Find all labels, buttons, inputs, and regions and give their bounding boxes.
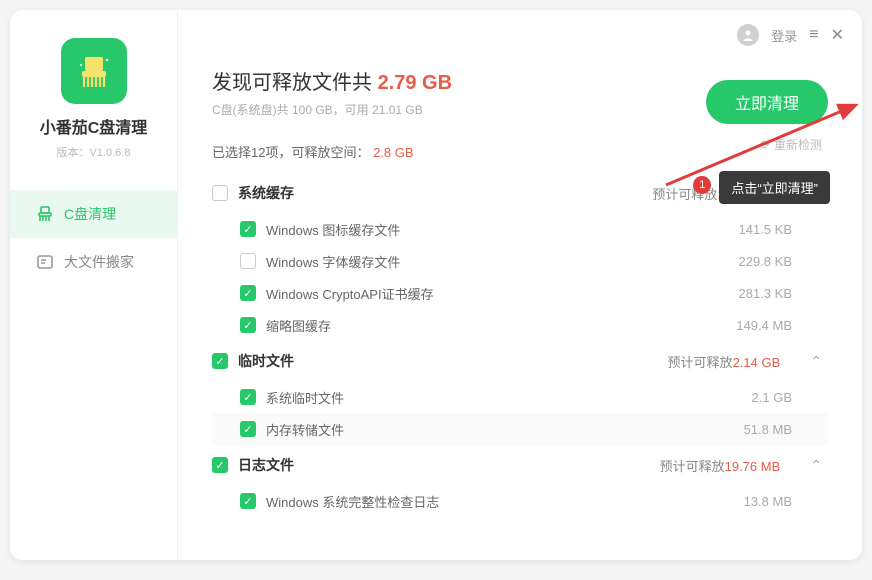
item-checkbox[interactable]: ✓ bbox=[240, 421, 256, 437]
close-icon[interactable]: ✕ bbox=[831, 25, 844, 45]
sidebar-item-1[interactable]: 大文件搬家 bbox=[10, 238, 177, 286]
item-name: Windows 字体缓存文件 bbox=[266, 252, 729, 271]
avatar-icon[interactable] bbox=[737, 24, 759, 46]
category-checkbox[interactable] bbox=[212, 185, 228, 201]
login-link[interactable]: 登录 bbox=[771, 26, 797, 45]
item-checkbox[interactable]: ✓ bbox=[240, 317, 256, 333]
brush-icon bbox=[36, 205, 54, 223]
category-est-prefix: 预计可释放 bbox=[660, 459, 725, 474]
category-row: ✓ 日志文件预计可释放19.76 MB ⌃ bbox=[212, 445, 828, 485]
item-size: 281.3 KB bbox=[739, 286, 793, 301]
header-total-size: 2.79 GB bbox=[378, 72, 452, 94]
selection-prefix: 已选择12项，可释放空间： bbox=[212, 145, 369, 160]
item-checkbox[interactable]: ✓ bbox=[240, 493, 256, 509]
selection-summary: 已选择12项，可释放空间： 2.8 GB bbox=[212, 142, 828, 161]
list-item: ✓ 内存转储文件 51.8 MB bbox=[212, 413, 828, 445]
category-checkbox[interactable]: ✓ bbox=[212, 353, 228, 369]
item-size: 51.8 MB bbox=[744, 422, 792, 437]
brush-logo-icon bbox=[74, 51, 114, 91]
item-name: 系统临时文件 bbox=[266, 388, 742, 407]
item-name: Windows CryptoAPI证书缓存 bbox=[266, 284, 729, 303]
item-name: Windows 图标缓存文件 bbox=[266, 220, 729, 239]
list-item: ✓ 缩略图缓存 149.4 MB bbox=[212, 309, 828, 341]
item-size: 141.5 KB bbox=[739, 222, 793, 237]
list-item: ✓ Windows CryptoAPI证书缓存 281.3 KB bbox=[212, 277, 828, 309]
sidebar-item-0[interactable]: C盘清理 bbox=[10, 190, 177, 238]
app-window: 小番茄C盘清理 版本：V1.0.6.8 C盘清理大文件搬家 登录 ≡ ✕ 发现可… bbox=[10, 10, 862, 560]
item-size: 13.8 MB bbox=[744, 494, 792, 509]
header-prefix: 发现可释放文件共 bbox=[212, 72, 378, 94]
refresh-scan[interactable]: ⟳ 重新检测 bbox=[760, 136, 822, 153]
selection-size: 2.8 GB bbox=[373, 145, 413, 160]
refresh-label: 重新检测 bbox=[774, 136, 822, 153]
sidebar-item-label: 大文件搬家 bbox=[64, 252, 134, 272]
refresh-icon: ⟳ bbox=[760, 138, 770, 152]
category-row: ✓ 临时文件预计可释放2.14 GB ⌃ bbox=[212, 341, 828, 381]
category-name: 临时文件 bbox=[238, 351, 658, 371]
item-name: 缩略图缓存 bbox=[266, 316, 726, 335]
tooltip-text: 点击“立即清理” bbox=[731, 178, 818, 197]
category-estimate: 预计可释放19.76 MB bbox=[660, 456, 781, 475]
item-name: Windows 系统完整性检查日志 bbox=[266, 492, 734, 511]
category-name: 系统缓存 bbox=[238, 183, 642, 203]
category-est-prefix: 预计可释放 bbox=[668, 355, 733, 370]
list-item: Windows 字体缓存文件 229.8 KB bbox=[212, 245, 828, 277]
main-panel: 登录 ≡ ✕ 发现可释放文件共 2.79 GB C盘(系统盘)共 100 GB，… bbox=[178, 10, 862, 560]
item-name: 内存转储文件 bbox=[266, 420, 734, 439]
category-estimate: 预计可释放2.14 GB bbox=[668, 352, 781, 371]
item-size: 229.8 KB bbox=[739, 254, 793, 269]
category-est-value: 19.76 MB bbox=[725, 459, 781, 474]
item-checkbox[interactable] bbox=[240, 253, 256, 269]
item-size: 149.4 MB bbox=[736, 318, 792, 333]
topbar: 登录 ≡ ✕ bbox=[737, 24, 844, 46]
clean-now-button[interactable]: 立即清理 bbox=[706, 80, 828, 124]
category-name: 日志文件 bbox=[238, 455, 650, 475]
list-item: ✓ 系统临时文件 2.1 GB bbox=[212, 381, 828, 413]
results-list: 系统缓存预计可释放150.00 MB⌃✓Windows 图标缓存文件141.5 … bbox=[212, 173, 828, 513]
list-item: ✓ Windows 系统完整性检查日志 13.8 MB bbox=[212, 485, 828, 513]
item-size: 2.1 GB bbox=[752, 390, 792, 405]
sidebar-item-label: C盘清理 bbox=[64, 204, 116, 224]
list-item: ✓ Windows 图标缓存文件 141.5 KB bbox=[212, 213, 828, 245]
category-est-value: 2.14 GB bbox=[733, 355, 781, 370]
content: 发现可释放文件共 2.79 GB C盘(系统盘)共 100 GB，可用 21.0… bbox=[178, 10, 862, 513]
app-logo bbox=[61, 38, 127, 104]
item-checkbox[interactable]: ✓ bbox=[240, 221, 256, 237]
item-checkbox[interactable]: ✓ bbox=[240, 285, 256, 301]
chevron-up-icon[interactable]: ⌃ bbox=[810, 457, 822, 474]
menu-icon[interactable]: ≡ bbox=[809, 26, 818, 44]
instruction-tooltip: 1 点击“立即清理” bbox=[719, 171, 830, 204]
sidebar: 小番茄C盘清理 版本：V1.0.6.8 C盘清理大文件搬家 bbox=[10, 10, 178, 560]
item-checkbox[interactable]: ✓ bbox=[240, 389, 256, 405]
category-checkbox[interactable]: ✓ bbox=[212, 457, 228, 473]
app-version: 版本：V1.0.6.8 bbox=[57, 144, 131, 160]
chevron-up-icon[interactable]: ⌃ bbox=[810, 353, 822, 370]
box-icon bbox=[36, 253, 54, 271]
app-name: 小番茄C盘清理 bbox=[40, 114, 148, 138]
